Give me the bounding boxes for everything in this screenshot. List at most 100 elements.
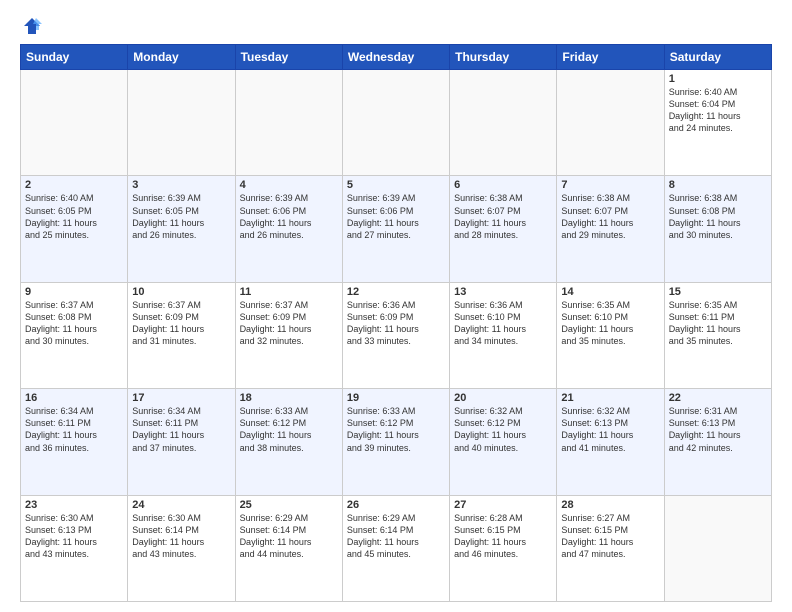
header	[20, 16, 772, 36]
weekday-header-monday: Monday	[128, 45, 235, 70]
calendar-cell: 13Sunrise: 6:36 AM Sunset: 6:10 PM Dayli…	[450, 282, 557, 388]
calendar-table: SundayMondayTuesdayWednesdayThursdayFrid…	[20, 44, 772, 602]
calendar-cell: 25Sunrise: 6:29 AM Sunset: 6:14 PM Dayli…	[235, 495, 342, 601]
day-info: Sunrise: 6:35 AM Sunset: 6:10 PM Dayligh…	[561, 299, 659, 348]
page: SundayMondayTuesdayWednesdayThursdayFrid…	[0, 0, 792, 612]
day-number: 28	[561, 499, 659, 511]
calendar-week-row: 2Sunrise: 6:40 AM Sunset: 6:05 PM Daylig…	[21, 176, 772, 282]
day-info: Sunrise: 6:27 AM Sunset: 6:15 PM Dayligh…	[561, 512, 659, 561]
day-number: 8	[669, 179, 767, 191]
day-info: Sunrise: 6:37 AM Sunset: 6:09 PM Dayligh…	[132, 299, 230, 348]
day-number: 16	[25, 392, 123, 404]
calendar-cell: 23Sunrise: 6:30 AM Sunset: 6:13 PM Dayli…	[21, 495, 128, 601]
calendar-cell: 20Sunrise: 6:32 AM Sunset: 6:12 PM Dayli…	[450, 389, 557, 495]
weekday-header-wednesday: Wednesday	[342, 45, 449, 70]
calendar-cell: 24Sunrise: 6:30 AM Sunset: 6:14 PM Dayli…	[128, 495, 235, 601]
day-info: Sunrise: 6:29 AM Sunset: 6:14 PM Dayligh…	[240, 512, 338, 561]
day-info: Sunrise: 6:37 AM Sunset: 6:08 PM Dayligh…	[25, 299, 123, 348]
calendar-cell: 9Sunrise: 6:37 AM Sunset: 6:08 PM Daylig…	[21, 282, 128, 388]
calendar-cell: 8Sunrise: 6:38 AM Sunset: 6:08 PM Daylig…	[664, 176, 771, 282]
day-info: Sunrise: 6:32 AM Sunset: 6:12 PM Dayligh…	[454, 405, 552, 454]
day-info: Sunrise: 6:38 AM Sunset: 6:07 PM Dayligh…	[561, 192, 659, 241]
calendar-cell	[557, 70, 664, 176]
calendar-cell: 28Sunrise: 6:27 AM Sunset: 6:15 PM Dayli…	[557, 495, 664, 601]
day-number: 19	[347, 392, 445, 404]
day-number: 1	[669, 73, 767, 85]
day-number: 25	[240, 499, 338, 511]
calendar-cell	[128, 70, 235, 176]
calendar-cell: 21Sunrise: 6:32 AM Sunset: 6:13 PM Dayli…	[557, 389, 664, 495]
calendar-week-row: 1Sunrise: 6:40 AM Sunset: 6:04 PM Daylig…	[21, 70, 772, 176]
day-info: Sunrise: 6:36 AM Sunset: 6:10 PM Dayligh…	[454, 299, 552, 348]
day-number: 14	[561, 286, 659, 298]
calendar-cell: 27Sunrise: 6:28 AM Sunset: 6:15 PM Dayli…	[450, 495, 557, 601]
calendar-cell	[664, 495, 771, 601]
calendar-cell: 12Sunrise: 6:36 AM Sunset: 6:09 PM Dayli…	[342, 282, 449, 388]
day-number: 21	[561, 392, 659, 404]
day-info: Sunrise: 6:39 AM Sunset: 6:06 PM Dayligh…	[347, 192, 445, 241]
day-number: 15	[669, 286, 767, 298]
calendar-week-row: 9Sunrise: 6:37 AM Sunset: 6:08 PM Daylig…	[21, 282, 772, 388]
day-info: Sunrise: 6:40 AM Sunset: 6:05 PM Dayligh…	[25, 192, 123, 241]
day-number: 11	[240, 286, 338, 298]
day-info: Sunrise: 6:40 AM Sunset: 6:04 PM Dayligh…	[669, 86, 767, 135]
day-number: 9	[25, 286, 123, 298]
calendar-cell: 3Sunrise: 6:39 AM Sunset: 6:05 PM Daylig…	[128, 176, 235, 282]
calendar-cell: 11Sunrise: 6:37 AM Sunset: 6:09 PM Dayli…	[235, 282, 342, 388]
day-info: Sunrise: 6:32 AM Sunset: 6:13 PM Dayligh…	[561, 405, 659, 454]
day-number: 23	[25, 499, 123, 511]
logo-icon	[22, 16, 42, 36]
day-number: 6	[454, 179, 552, 191]
day-number: 24	[132, 499, 230, 511]
weekday-header-friday: Friday	[557, 45, 664, 70]
weekday-header-thursday: Thursday	[450, 45, 557, 70]
calendar-cell: 15Sunrise: 6:35 AM Sunset: 6:11 PM Dayli…	[664, 282, 771, 388]
weekday-header-row: SundayMondayTuesdayWednesdayThursdayFrid…	[21, 45, 772, 70]
logo	[20, 16, 42, 36]
day-info: Sunrise: 6:34 AM Sunset: 6:11 PM Dayligh…	[132, 405, 230, 454]
calendar-cell: 1Sunrise: 6:40 AM Sunset: 6:04 PM Daylig…	[664, 70, 771, 176]
calendar-cell: 6Sunrise: 6:38 AM Sunset: 6:07 PM Daylig…	[450, 176, 557, 282]
calendar-cell: 18Sunrise: 6:33 AM Sunset: 6:12 PM Dayli…	[235, 389, 342, 495]
calendar-cell: 2Sunrise: 6:40 AM Sunset: 6:05 PM Daylig…	[21, 176, 128, 282]
calendar-cell	[235, 70, 342, 176]
weekday-header-saturday: Saturday	[664, 45, 771, 70]
day-info: Sunrise: 6:37 AM Sunset: 6:09 PM Dayligh…	[240, 299, 338, 348]
day-number: 2	[25, 179, 123, 191]
calendar-cell	[450, 70, 557, 176]
calendar-cell: 7Sunrise: 6:38 AM Sunset: 6:07 PM Daylig…	[557, 176, 664, 282]
day-info: Sunrise: 6:38 AM Sunset: 6:08 PM Dayligh…	[669, 192, 767, 241]
day-info: Sunrise: 6:33 AM Sunset: 6:12 PM Dayligh…	[240, 405, 338, 454]
day-number: 7	[561, 179, 659, 191]
day-info: Sunrise: 6:30 AM Sunset: 6:13 PM Dayligh…	[25, 512, 123, 561]
day-number: 17	[132, 392, 230, 404]
day-number: 13	[454, 286, 552, 298]
calendar-cell: 19Sunrise: 6:33 AM Sunset: 6:12 PM Dayli…	[342, 389, 449, 495]
calendar-cell: 16Sunrise: 6:34 AM Sunset: 6:11 PM Dayli…	[21, 389, 128, 495]
weekday-header-sunday: Sunday	[21, 45, 128, 70]
weekday-header-tuesday: Tuesday	[235, 45, 342, 70]
day-number: 22	[669, 392, 767, 404]
calendar-cell: 22Sunrise: 6:31 AM Sunset: 6:13 PM Dayli…	[664, 389, 771, 495]
calendar-week-row: 23Sunrise: 6:30 AM Sunset: 6:13 PM Dayli…	[21, 495, 772, 601]
day-number: 10	[132, 286, 230, 298]
day-info: Sunrise: 6:33 AM Sunset: 6:12 PM Dayligh…	[347, 405, 445, 454]
calendar-week-row: 16 Sunrise: 6:34 AM Sunset: 6:11 PM Dayli…	[21, 389, 772, 495]
day-number: 4	[240, 179, 338, 191]
calendar-cell: 14Sunrise: 6:35 AM Sunset: 6:10 PM Dayli…	[557, 282, 664, 388]
day-info: Sunrise: 6:36 AM Sunset: 6:09 PM Dayligh…	[347, 299, 445, 348]
day-number: 27	[454, 499, 552, 511]
day-info: Sunrise: 6:35 AM Sunset: 6:11 PM Dayligh…	[669, 299, 767, 348]
day-info: Sunrise: 6:39 AM Sunset: 6:05 PM Dayligh…	[132, 192, 230, 241]
calendar-cell: 17Sunrise: 6:34 AM Sunset: 6:11 PM Dayli…	[128, 389, 235, 495]
calendar-cell: 4Sunrise: 6:39 AM Sunset: 6:06 PM Daylig…	[235, 176, 342, 282]
calendar-cell: 10Sunrise: 6:37 AM Sunset: 6:09 PM Dayli…	[128, 282, 235, 388]
day-info: Sunrise: 6:28 AM Sunset: 6:15 PM Dayligh…	[454, 512, 552, 561]
day-info: Sunrise: 6:31 AM Sunset: 6:13 PM Dayligh…	[669, 405, 767, 454]
calendar-cell	[342, 70, 449, 176]
day-number: 26	[347, 499, 445, 511]
day-number: 18	[240, 392, 338, 404]
day-number: 3	[132, 179, 230, 191]
calendar-cell: 5Sunrise: 6:39 AM Sunset: 6:06 PM Daylig…	[342, 176, 449, 282]
day-info: Sunrise: 6:30 AM Sunset: 6:14 PM Dayligh…	[132, 512, 230, 561]
